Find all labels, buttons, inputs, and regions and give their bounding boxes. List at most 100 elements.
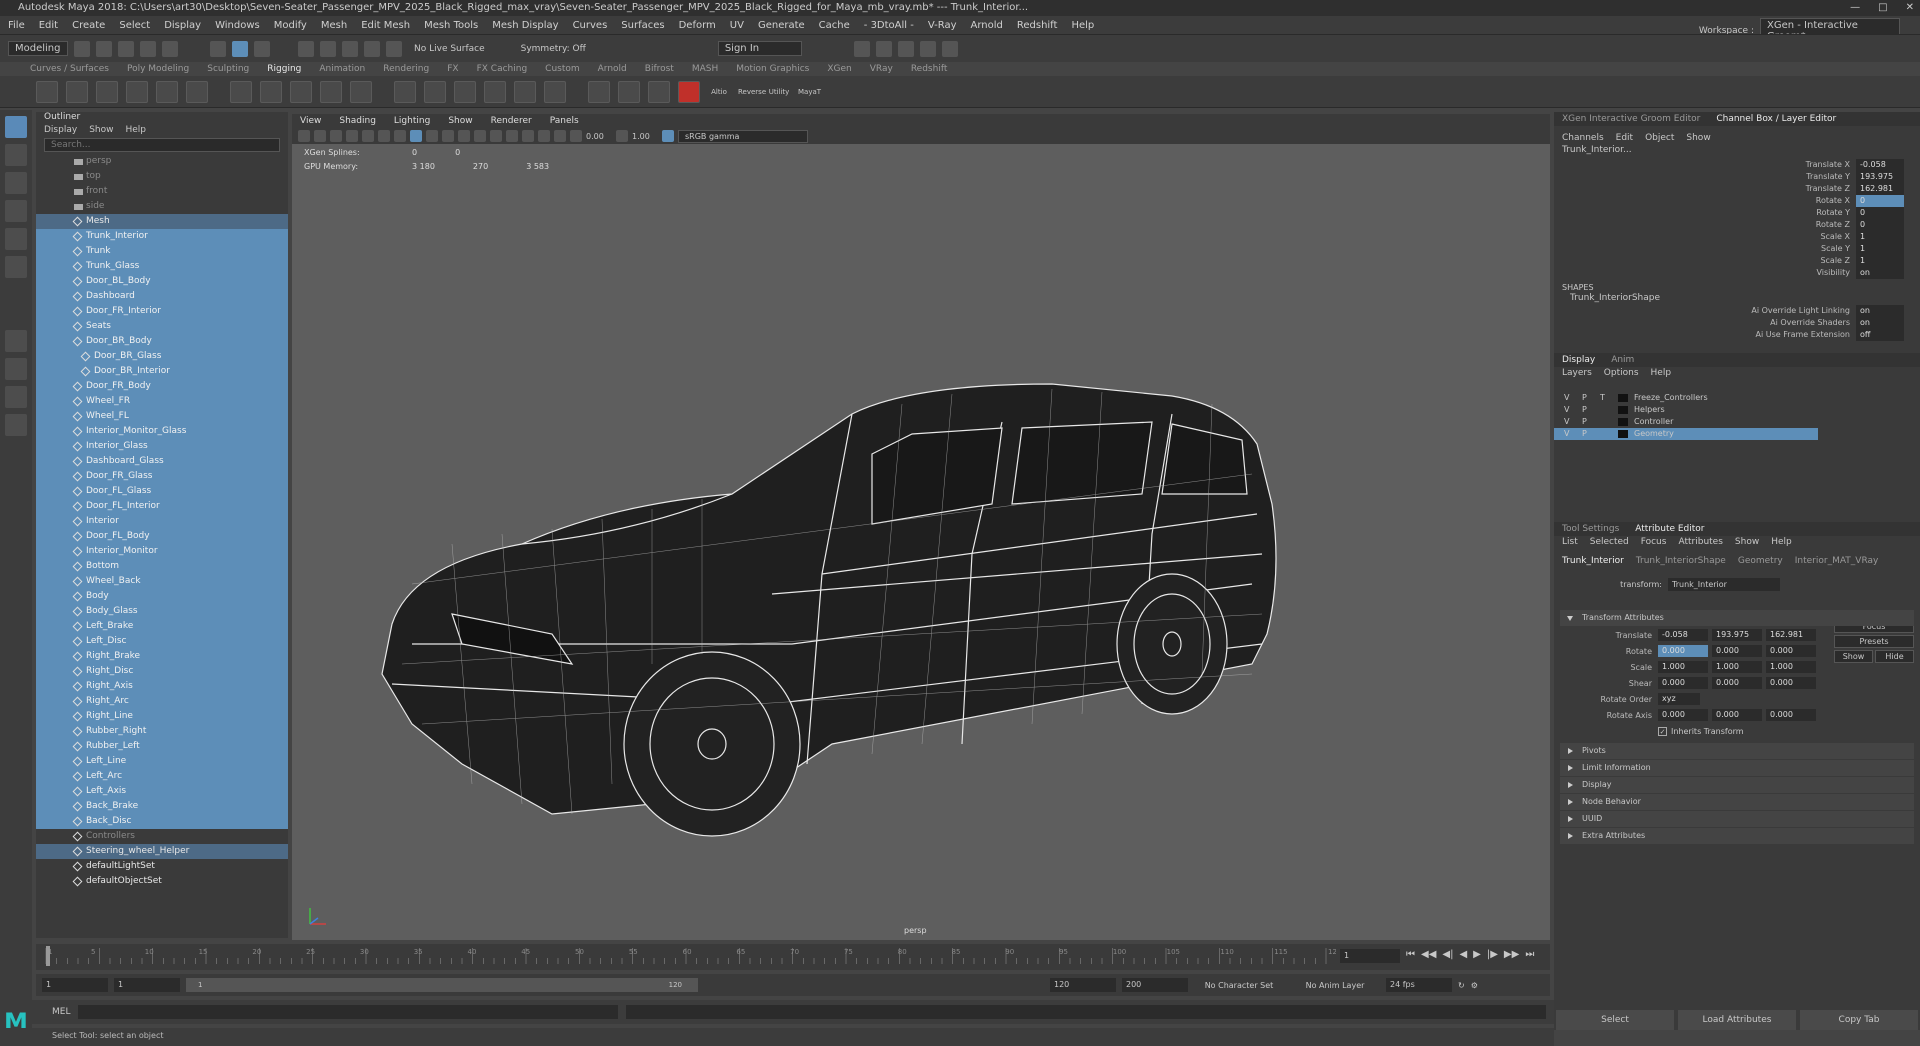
move-tool-icon[interactable] <box>5 200 27 222</box>
menu-mesh[interactable]: Mesh <box>321 20 347 31</box>
minimize-icon[interactable]: — <box>1850 0 1860 16</box>
section-transform-attributes[interactable]: Transform Attributes <box>1560 610 1914 626</box>
shelf-tab-sculpting[interactable]: Sculpting <box>207 64 249 74</box>
outliner-menu-show[interactable]: Show <box>89 125 113 135</box>
outliner-item[interactable]: Door_BR_Body <box>36 334 288 349</box>
channel-value[interactable]: off <box>1856 329 1904 341</box>
outliner-item[interactable]: Interior_Glass <box>36 439 288 454</box>
shelf-tab-bifrost[interactable]: Bifrost <box>645 64 674 74</box>
ae-node-tab[interactable]: Trunk_Interior <box>1562 555 1624 568</box>
attr-field[interactable]: 0.000 <box>1766 645 1816 657</box>
shelf-tab-vray[interactable]: VRay <box>870 64 893 74</box>
lasso-tool-icon[interactable] <box>5 144 27 166</box>
outliner-item[interactable]: Interior_Monitor_Glass <box>36 424 288 439</box>
outliner-item[interactable]: defaultObjectSet <box>36 874 288 889</box>
outliner-item[interactable]: Left_Disc <box>36 634 288 649</box>
xray-icon[interactable] <box>538 130 550 142</box>
channel-row[interactable]: Scale X 1 <box>1554 231 1920 243</box>
current-time-marker[interactable] <box>46 946 50 966</box>
outliner-item[interactable]: Door_FL_Interior <box>36 499 288 514</box>
play-forward-icon[interactable]: ▶ <box>1473 949 1481 960</box>
isolate-select-icon[interactable] <box>522 130 534 142</box>
outliner-menu-display[interactable]: Display <box>44 125 77 135</box>
tab-attribute-editor[interactable]: Attribute Editor <box>1635 522 1704 536</box>
undo-icon[interactable] <box>140 40 156 57</box>
section-extra-attributes[interactable]: Extra Attributes <box>1560 828 1914 844</box>
channel-row[interactable]: Scale Z 1 <box>1554 255 1920 267</box>
show-menu[interactable]: Show <box>1686 132 1710 145</box>
outliner-item[interactable]: Back_Brake <box>36 799 288 814</box>
ae-menu-focus[interactable]: Focus <box>1641 536 1667 549</box>
channel-value[interactable]: on <box>1856 305 1904 317</box>
range-bar[interactable]: 1 120 <box>186 978 698 992</box>
ae-node-tab[interactable]: Interior_MAT_VRay <box>1795 555 1879 568</box>
render-sequence-icon[interactable] <box>875 40 892 57</box>
channel-row[interactable]: Ai Override Light Linking on <box>1554 305 1920 317</box>
menu-create[interactable]: Create <box>72 20 105 31</box>
current-frame-field[interactable]: 1 <box>1340 949 1400 963</box>
mel-label[interactable]: MEL <box>52 1007 70 1017</box>
ae-node-tab[interactable]: Trunk_InteriorShape <box>1636 555 1726 568</box>
layer-row[interactable]: V P Helpers <box>1554 404 1818 416</box>
channel-row[interactable]: Visibility on <box>1554 267 1920 279</box>
animation-start-field[interactable]: 1 <box>42 978 108 992</box>
shelf-tab-poly-modeling[interactable]: Poly Modeling <box>127 64 189 74</box>
shelf-tab-mash[interactable]: MASH <box>692 64 718 74</box>
outliner-item[interactable]: Dashboard_Glass <box>36 454 288 469</box>
attr-field[interactable]: -0.058 <box>1658 629 1708 641</box>
render-current-icon[interactable] <box>853 40 870 57</box>
attr-field[interactable]: 0.000 <box>1658 677 1708 689</box>
layer-t-toggle[interactable]: T <box>1600 392 1612 404</box>
options-menu[interactable]: Options <box>1604 367 1639 380</box>
outliner-item[interactable]: Left_Arc <box>36 769 288 784</box>
smooth-bind-icon[interactable] <box>260 80 282 103</box>
attr-field[interactable]: 1.000 <box>1658 661 1708 673</box>
command-input[interactable] <box>78 1005 619 1019</box>
viewport-menu-show[interactable]: Show <box>448 116 472 126</box>
antialiasing-icon[interactable] <box>506 130 518 142</box>
rotate-axis-x[interactable]: 0.000 <box>1658 709 1708 721</box>
shelf-icon-mayat[interactable]: MayaT <box>798 88 821 96</box>
outliner-item[interactable]: Controllers <box>36 829 288 844</box>
menu-display[interactable]: Display <box>164 20 201 31</box>
smooth-shade-icon[interactable] <box>426 130 438 142</box>
shelf-tab-motion-graphics[interactable]: Motion Graphics <box>736 64 809 74</box>
channel-row[interactable]: Rotate Y 0 <box>1554 207 1920 219</box>
menu-generate[interactable]: Generate <box>758 20 805 31</box>
shelf-icon-altio[interactable]: Altio <box>708 88 730 96</box>
channels-menu[interactable]: Channels <box>1562 132 1604 145</box>
copy-weights-icon[interactable] <box>350 80 372 103</box>
ae-menu-list[interactable]: List <box>1562 536 1578 549</box>
ae-menu-help[interactable]: Help <box>1771 536 1792 549</box>
tab-channel-box[interactable]: Channel Box / Layer Editor <box>1716 112 1836 126</box>
snap-surface-icon[interactable] <box>386 40 402 57</box>
single-view-icon[interactable] <box>5 330 27 352</box>
bookmark-icon[interactable] <box>330 130 342 142</box>
viewport-menu-view[interactable]: View <box>300 116 321 126</box>
ik-spline-icon[interactable] <box>96 80 118 103</box>
menu-select[interactable]: Select <box>119 20 150 31</box>
shelf-tab-custom[interactable]: Custom <box>545 64 579 74</box>
outliner-item[interactable]: Door_FL_Body <box>36 529 288 544</box>
outliner-item[interactable]: Seats <box>36 319 288 334</box>
anim-layer-dropdown[interactable]: No Anim Layer <box>1290 981 1380 990</box>
gamma-icon[interactable] <box>616 130 628 142</box>
open-scene-icon[interactable] <box>96 40 112 57</box>
layers-menu[interactable]: Layers <box>1562 367 1592 380</box>
outliner-item[interactable]: Door_FL_Glass <box>36 484 288 499</box>
outliner-item[interactable]: Bottom <box>36 559 288 574</box>
outliner-item[interactable]: side <box>36 199 288 214</box>
fps-dropdown[interactable]: 24 fps <box>1386 978 1452 992</box>
menu-curves[interactable]: Curves <box>573 20 608 31</box>
inherits-transform-checkbox[interactable]: ✓ <box>1658 726 1667 736</box>
paint-weights-icon[interactable] <box>290 80 312 103</box>
layer-row[interactable]: V P T Freeze_Controllers <box>1554 392 1818 404</box>
render-settings-icon[interactable] <box>919 40 936 57</box>
layer-color-swatch[interactable] <box>1618 418 1628 426</box>
symmetry-label[interactable]: Symmetry: Off <box>521 44 586 54</box>
channel-value[interactable]: 1 <box>1856 231 1904 243</box>
play-back-icon[interactable]: ◀ <box>1459 949 1467 960</box>
rotate-order-dropdown[interactable]: xyz <box>1658 693 1700 705</box>
rotate-axis-z[interactable]: 0.000 <box>1766 709 1816 721</box>
hypershade-icon[interactable] <box>941 40 958 57</box>
